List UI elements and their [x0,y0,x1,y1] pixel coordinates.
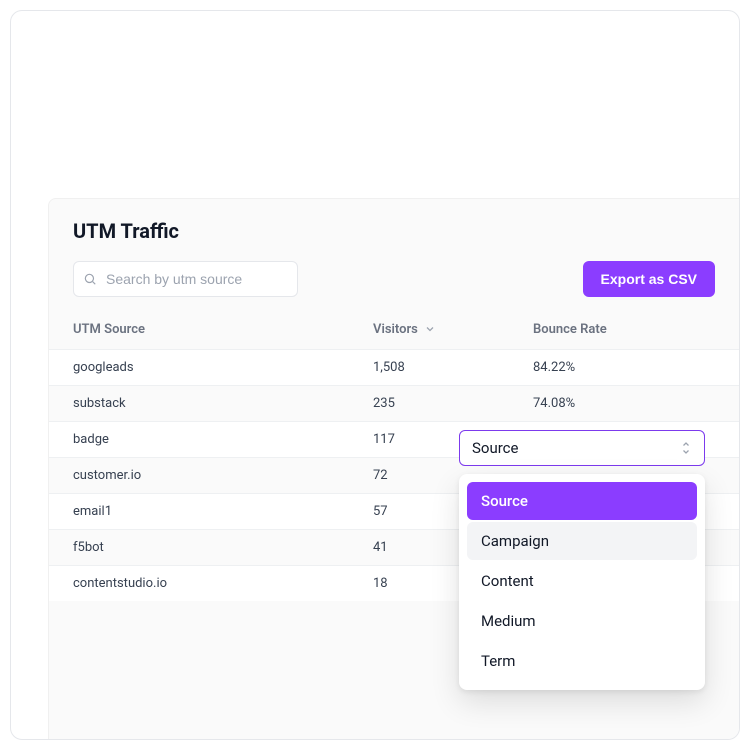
cell-source: f5bot [73,540,373,555]
dropdown-selected-label: Source [472,439,518,457]
export-csv-button[interactable]: Export as CSV [583,261,715,297]
cell-visitors: 1,508 [373,360,533,375]
col-header-visitors[interactable]: Visitors [373,322,533,337]
col-header-bounce[interactable]: Bounce Rate [533,322,715,337]
cell-visitors: 235 [373,396,533,411]
controls-row: Export as CSV [49,261,739,309]
dropdown-option[interactable]: Term [467,642,697,680]
col-header-visitors-label: Visitors [373,322,418,337]
cell-bounce: 84.22% [533,360,715,375]
cell-source: customer.io [73,468,373,483]
cell-bounce: 74.08% [533,396,715,411]
search-icon [83,272,97,286]
dropdown-option[interactable]: Campaign [467,522,697,560]
cell-source: email1 [73,504,373,519]
col-header-source[interactable]: UTM Source [73,322,373,337]
search-wrap [73,261,298,297]
cell-source: googleads [73,360,373,375]
chevron-down-icon [424,323,436,335]
table-header-row: UTM Source Visitors Bounce Rate [49,309,739,349]
page-title: UTM Traffic [49,199,739,261]
dropdown-trigger[interactable]: Source [459,430,705,466]
cell-source: badge [73,432,373,447]
cell-source: substack [73,396,373,411]
dropdown-menu: SourceCampaignContentMediumTerm [459,474,705,690]
table-row[interactable]: substack23574.08% [49,385,739,421]
dropdown-option[interactable]: Medium [467,602,697,640]
search-input[interactable] [73,261,298,297]
cell-source: contentstudio.io [73,576,373,591]
utm-field-dropdown: Source SourceCampaignContentMediumTerm [459,430,705,690]
app-frame: UTM Traffic Export as CSV UTM Source Vis… [10,10,740,740]
dropdown-option[interactable]: Source [467,482,697,520]
chevron-up-down-icon [680,440,692,456]
table-row[interactable]: googleads1,50884.22% [49,349,739,385]
dropdown-option[interactable]: Content [467,562,697,600]
